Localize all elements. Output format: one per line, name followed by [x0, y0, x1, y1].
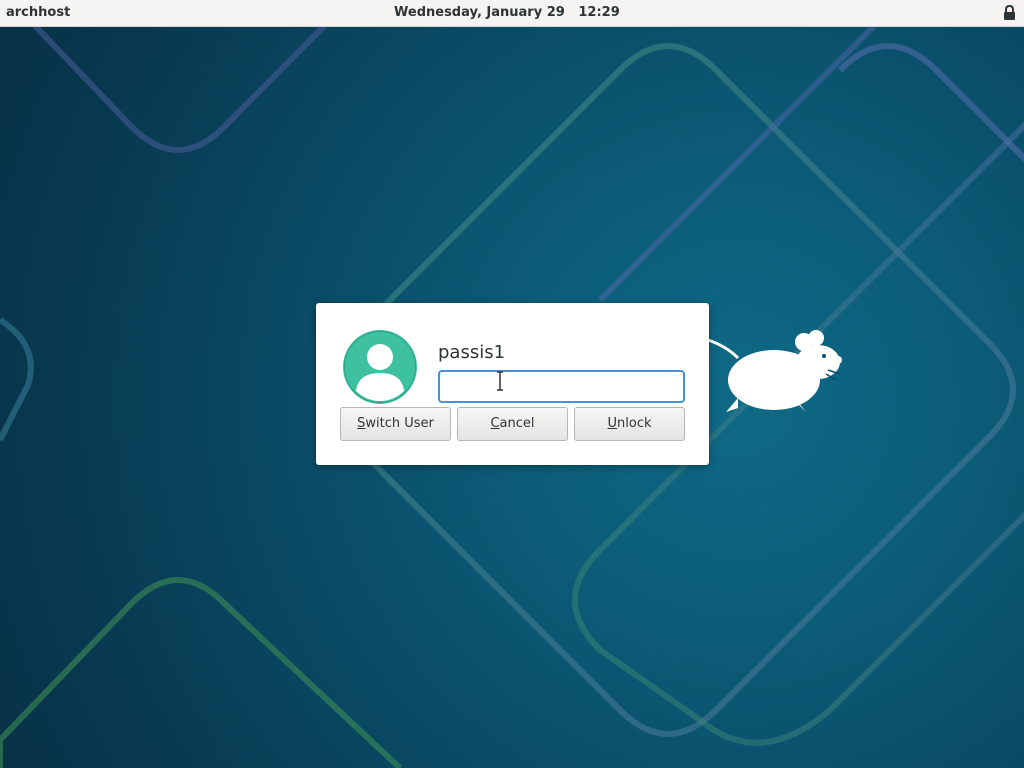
padlock-icon — [1004, 5, 1015, 20]
password-input[interactable] — [438, 370, 685, 403]
wallpaper-stripe — [597, 17, 883, 303]
wallpaper-stripe — [17, 7, 343, 153]
unlock-button[interactable]: Unlock — [574, 407, 685, 441]
lock-screen: archhost Wednesday, January 29 12:29 pas… — [0, 0, 1024, 768]
top-panel: archhost Wednesday, January 29 12:29 — [0, 0, 1024, 27]
clock[interactable]: Wednesday, January 29 12:29 — [394, 5, 620, 20]
time-label: 12:29 — [578, 5, 620, 20]
hostname-label: archhost — [6, 5, 71, 20]
username-label: passis1 — [438, 342, 506, 363]
date-label: Wednesday, January 29 — [394, 5, 565, 20]
unlock-dialog: passis1 Switch User Cancel Unlock — [316, 303, 709, 465]
user-avatar-icon — [343, 330, 417, 404]
wallpaper-stripe — [0, 317, 34, 442]
wallpaper-diamond — [837, 43, 1024, 163]
wallpaper-stripe — [0, 577, 403, 768]
cancel-button[interactable]: Cancel — [457, 407, 568, 441]
xfce-mouse-icon — [707, 330, 842, 412]
switch-user-button[interactable]: Switch User — [340, 407, 451, 441]
